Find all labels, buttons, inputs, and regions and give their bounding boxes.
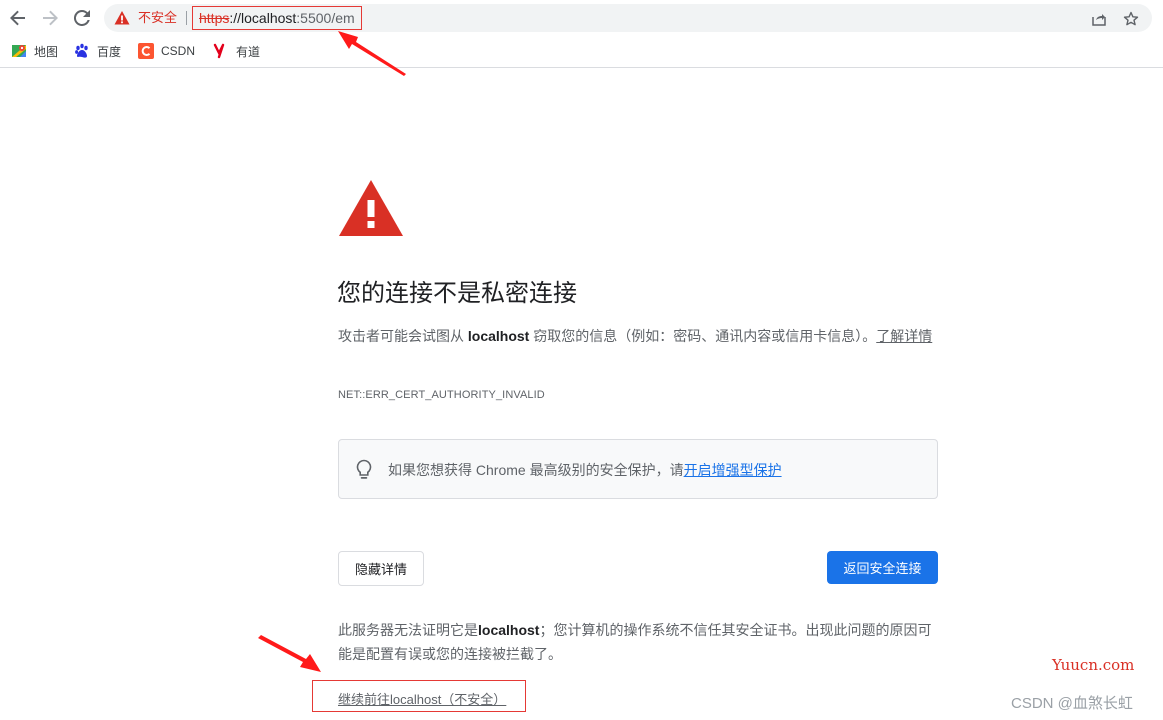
share-icon[interactable] <box>1090 10 1108 28</box>
error-code: NET::ERR_CERT_AUTHORITY_INVALID <box>338 389 545 401</box>
hide-details-button[interactable]: 隐藏详情 <box>338 551 424 586</box>
details-explanation: 此服务器无法证明它是localhost；您计算机的操作系统不信任其安全证书。出现… <box>338 618 938 666</box>
desc-text-pre: 攻击者可能会试图从 <box>338 328 468 344</box>
url-path: :5500/em <box>296 10 355 26</box>
learn-more-link[interactable]: 了解详情 <box>876 328 932 344</box>
bookmark-star-icon[interactable] <box>1122 10 1140 28</box>
address-bar[interactable]: 不安全 https://localhost:5500/em <box>104 4 1152 32</box>
bookmark-label: 地图 <box>34 44 59 59</box>
bookmark-youdao[interactable]: 有道 <box>213 41 260 61</box>
detail-host: localhost <box>478 622 540 638</box>
enhanced-protection-text: 如果您想获得 Chrome 最高级别的安全保护，请开启增强型保护 <box>388 460 782 480</box>
reload-icon[interactable] <box>70 6 94 30</box>
bookmark-label: 有道 <box>236 44 261 59</box>
url-host: ://localhost <box>229 10 297 26</box>
bookmark-label: CSDN <box>161 44 196 58</box>
proceed-unsafe-link[interactable]: 继续前往localhost（不安全） <box>338 689 506 708</box>
warning-triangle-icon <box>339 180 403 236</box>
site-watermark: Yuucn.com <box>1052 656 1135 674</box>
desc-host: localhost <box>467 328 530 344</box>
not-secure-warning-icon[interactable] <box>114 10 130 26</box>
security-status-label[interactable]: 不安全 <box>138 10 177 26</box>
bookmarks-bar: 地图 百度 CSDN 有道 <box>0 36 1163 68</box>
detail-text-pre: 此服务器无法证明它是 <box>338 622 478 638</box>
enhanced-text: 如果您想获得 Chrome 最高级别的安全保护，请 <box>388 462 684 478</box>
back-arrow-icon[interactable] <box>6 6 30 30</box>
url-scheme: https <box>199 10 230 26</box>
error-description: 攻击者可能会试图从 localhost 窃取您的信息（例如：密码、通讯内容或信用… <box>338 324 938 348</box>
page-title: 您的连接不是私密连接 <box>337 280 577 307</box>
youdao-icon <box>213 43 229 59</box>
omnibox-separator <box>186 11 187 25</box>
back-to-safety-button[interactable]: 返回安全连接 <box>827 551 938 584</box>
browser-toolbar: 不安全 https://localhost:5500/em <box>0 0 1163 36</box>
maps-icon <box>11 43 27 59</box>
forward-arrow-icon[interactable] <box>38 6 62 30</box>
author-watermark: CSDN @血煞长虹 <box>1011 695 1133 712</box>
bookmark-baidu[interactable]: 百度 <box>74 41 121 61</box>
bookmark-maps[interactable]: 地图 <box>11 41 58 61</box>
desc-text-post: 窃取您的信息（例如：密码、通讯内容或信用卡信息）。 <box>529 328 877 344</box>
annotation-arrow-url <box>338 31 406 76</box>
csdn-icon <box>138 43 154 59</box>
annotation-arrow-proceed <box>258 635 321 672</box>
bookmark-csdn[interactable]: CSDN <box>138 41 195 61</box>
lightbulb-icon <box>356 459 372 479</box>
url-text[interactable]: https://localhost:5500/em <box>192 6 362 30</box>
enhanced-protection-box: 如果您想获得 Chrome 最高级别的安全保护，请开启增强型保护 <box>338 439 938 499</box>
baidu-icon <box>74 43 90 59</box>
bookmark-label: 百度 <box>97 44 122 59</box>
enable-enhanced-protection-link[interactable]: 开启增强型保护 <box>684 462 782 478</box>
